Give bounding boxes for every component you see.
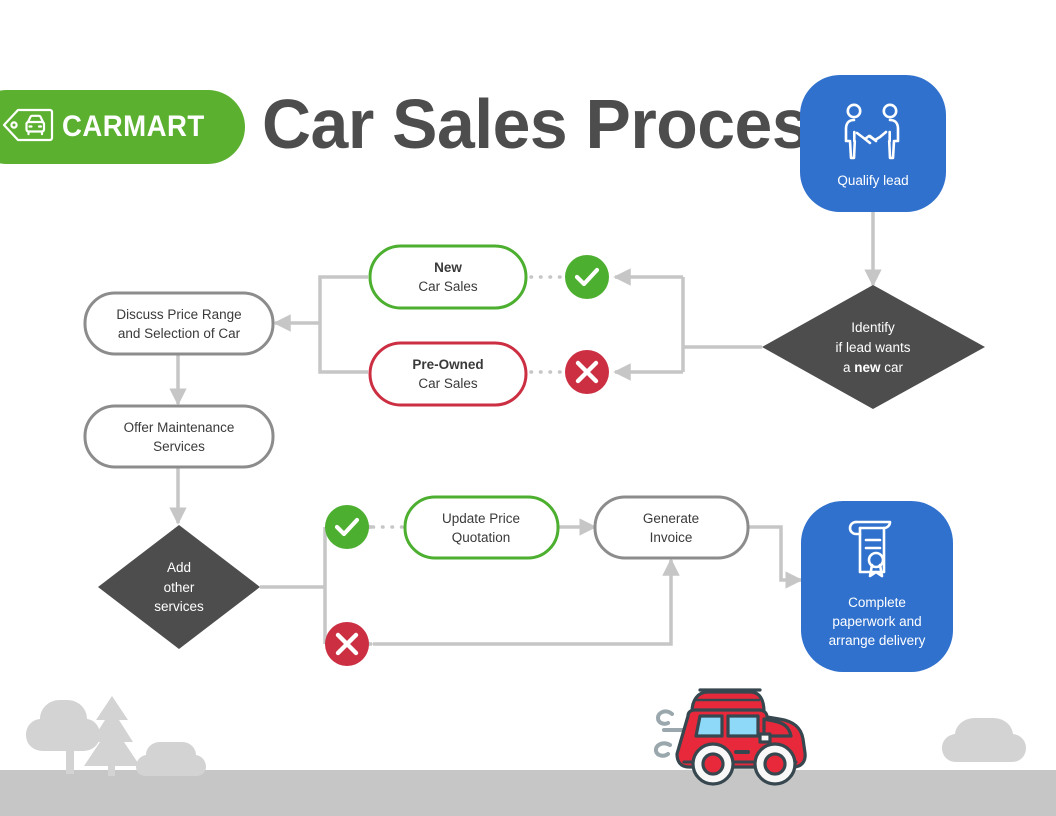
qualify-lead-label: Qualify lead xyxy=(837,173,908,188)
tree-silhouettes xyxy=(26,696,206,776)
connector-x-to-invoice-bypass xyxy=(373,558,680,646)
connector-decision-to-branches xyxy=(613,268,762,381)
complete-paperwork-line3: arrange delivery xyxy=(829,633,926,648)
update-quotation-line1: Update Price xyxy=(442,511,520,526)
node-offer-maintenance[interactable]: Offer Maintenance Services xyxy=(83,404,275,469)
node-decision-add-services[interactable]: Add other services xyxy=(98,525,260,649)
node-qualify-lead[interactable]: Qualify lead xyxy=(800,75,946,212)
node-discuss-price[interactable]: Discuss Price Range and Selection of Car xyxy=(83,291,275,356)
decision-new-car-line1: Identify xyxy=(851,320,895,335)
node-new-car-sales[interactable]: New Car Sales xyxy=(368,244,528,310)
offer-maintenance-line2: Services xyxy=(153,439,205,454)
add-services-line1: Add xyxy=(167,560,191,575)
generate-invoice-line2: Invoice xyxy=(650,530,693,545)
decision-new-car-line2: if lead wants xyxy=(835,340,910,355)
badge-no-preowned[interactable] xyxy=(565,350,609,394)
bush-silhouette xyxy=(942,718,1026,762)
node-generate-invoice[interactable]: Generate Invoice xyxy=(593,495,750,560)
new-car-sales-line2: Car Sales xyxy=(418,279,478,294)
preowned-car-sales-line1: Pre-Owned xyxy=(412,357,483,372)
preowned-car-sales-line2: Car Sales xyxy=(418,376,478,391)
generate-invoice-line1: Generate xyxy=(643,511,699,526)
badge-yes-add-services[interactable] xyxy=(325,505,369,549)
discuss-price-line2: and Selection of Car xyxy=(118,326,241,341)
decision-new-car-line3-bold: new xyxy=(854,360,881,375)
connector-invoice-to-paperwork xyxy=(748,525,803,589)
badge-no-add-services[interactable] xyxy=(325,622,369,666)
update-quotation-line2: Quotation xyxy=(452,530,511,545)
process-flow-diagram: Qualify lead Identify if lead wants a ne… xyxy=(0,75,1056,816)
new-car-sales-line1: New xyxy=(434,260,462,275)
decision-new-car-line3-suffix: car xyxy=(881,360,904,375)
decision-new-car-line3-prefix: a xyxy=(843,360,854,375)
offer-maintenance-line1: Offer Maintenance xyxy=(124,420,235,435)
complete-paperwork-line2: paperwork and xyxy=(832,614,921,629)
decision-new-car-line3: a new car xyxy=(843,360,904,375)
node-decision-new-car[interactable]: Identify if lead wants a new car xyxy=(762,285,985,409)
ground-strip xyxy=(0,770,1056,816)
node-complete-paperwork[interactable]: Complete paperwork and arrange delivery xyxy=(801,501,953,672)
add-services-line3: services xyxy=(154,599,204,614)
connector-sales-to-discuss-price xyxy=(273,275,368,374)
node-update-quotation[interactable]: Update Price Quotation xyxy=(403,495,560,560)
discuss-price-line1: Discuss Price Range xyxy=(116,307,241,322)
badge-yes-new-car[interactable] xyxy=(565,255,609,299)
add-services-line2: other xyxy=(164,580,195,595)
node-preowned-car-sales[interactable]: Pre-Owned Car Sales xyxy=(368,341,528,407)
infographic-canvas: CARMART Car Sales Process Qualify lead I… xyxy=(0,0,1056,816)
complete-paperwork-line1: Complete xyxy=(848,595,906,610)
